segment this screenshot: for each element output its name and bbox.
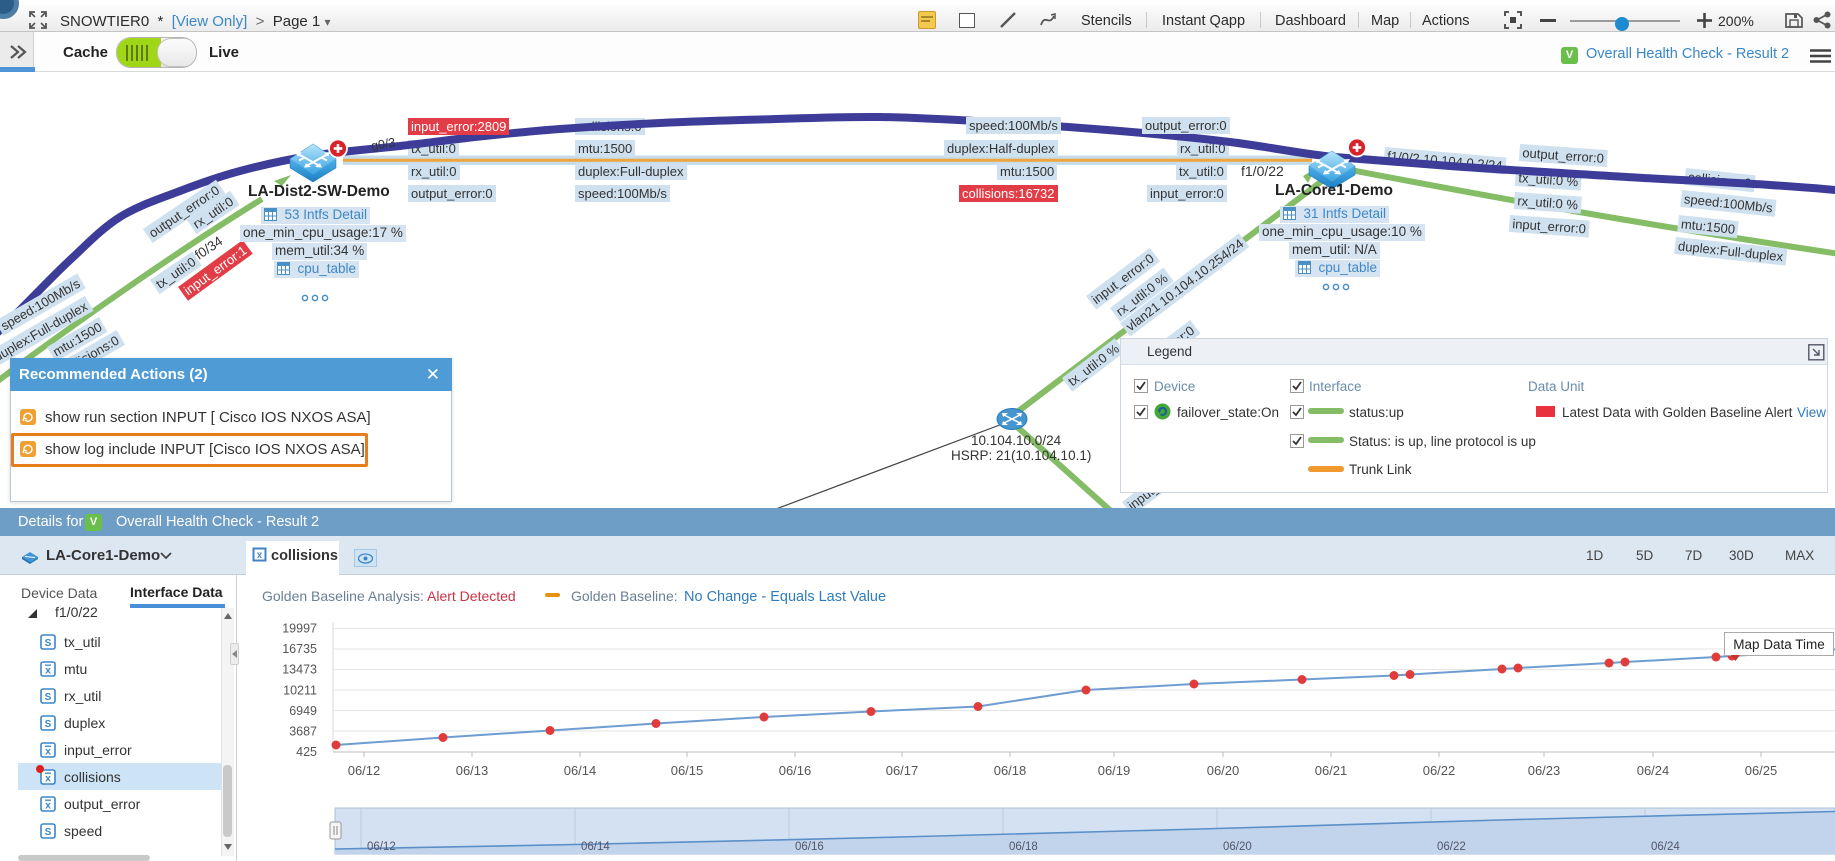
svg-text:19997: 19997 bbox=[282, 622, 317, 636]
svg-text:06/16: 06/16 bbox=[795, 841, 824, 853]
svg-text:06/18: 06/18 bbox=[1009, 841, 1038, 853]
svg-text:16735: 16735 bbox=[282, 642, 317, 656]
svg-text:06/25: 06/25 bbox=[1745, 763, 1778, 778]
svg-text:06/20: 06/20 bbox=[1223, 841, 1252, 853]
svg-text:13473: 13473 bbox=[282, 663, 317, 677]
svg-text:06/24: 06/24 bbox=[1637, 763, 1670, 778]
svg-text:06/24: 06/24 bbox=[1651, 841, 1680, 853]
svg-text:06/19: 06/19 bbox=[1098, 763, 1131, 778]
svg-text:06/12: 06/12 bbox=[348, 763, 381, 778]
svg-text:06/23: 06/23 bbox=[1528, 763, 1561, 778]
svg-text:06/17: 06/17 bbox=[886, 763, 919, 778]
svg-text:06/12: 06/12 bbox=[367, 841, 396, 853]
svg-text:06/13: 06/13 bbox=[456, 763, 489, 778]
svg-text:10211: 10211 bbox=[283, 683, 317, 697]
svg-text:06/21: 06/21 bbox=[1315, 763, 1348, 778]
svg-text:06/15: 06/15 bbox=[671, 763, 704, 778]
svg-text:06/22: 06/22 bbox=[1423, 763, 1456, 778]
svg-text:06/20: 06/20 bbox=[1207, 763, 1240, 778]
svg-text:06/16: 06/16 bbox=[779, 763, 812, 778]
svg-text:425: 425 bbox=[296, 745, 317, 759]
svg-text:06/14: 06/14 bbox=[581, 841, 610, 853]
svg-text:06/14: 06/14 bbox=[564, 763, 597, 778]
svg-text:06/18: 06/18 bbox=[994, 763, 1027, 778]
svg-text:6949: 6949 bbox=[289, 704, 317, 718]
svg-text:3687: 3687 bbox=[289, 725, 317, 739]
svg-text:06/22: 06/22 bbox=[1437, 841, 1466, 853]
